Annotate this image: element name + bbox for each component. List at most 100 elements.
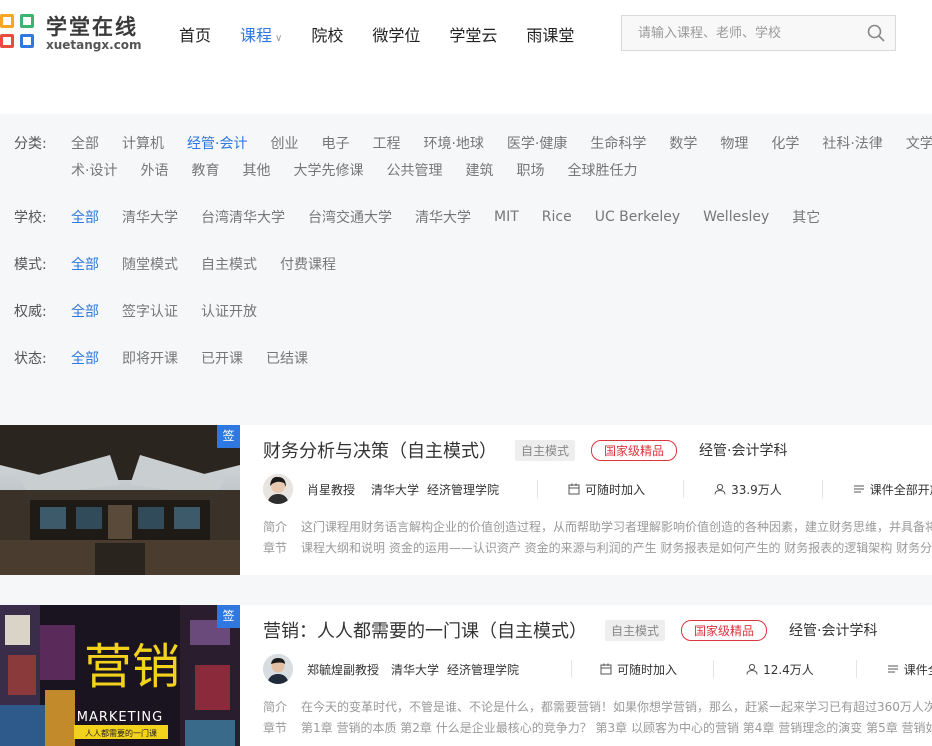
filter-row: 模式: 全部 随堂模式 自主模式 付费课程 bbox=[0, 254, 359, 274]
filter-option[interactable]: 环境·地球 bbox=[423, 133, 483, 153]
school-name[interactable]: 清华大学 bbox=[391, 661, 439, 678]
cockpit-image bbox=[0, 425, 240, 575]
meta-divider bbox=[713, 660, 715, 678]
filter-option[interactable]: MIT bbox=[494, 209, 519, 225]
nav-item-2[interactable]: 院校 bbox=[311, 24, 343, 51]
filter-option[interactable]: 物理 bbox=[720, 133, 748, 153]
filter-row: 分类: 全部 计算机 经管·会计 创业 电子 工程 环境·地球 医学·健康 生命科学 数学 物理 化学 社… bbox=[0, 133, 932, 153]
search-icon[interactable] bbox=[867, 24, 885, 42]
filter-option[interactable]: 全部 bbox=[71, 133, 99, 153]
filter-option[interactable]: 计算机 bbox=[122, 133, 164, 153]
filter-option[interactable]: 术·设计 bbox=[71, 160, 117, 180]
nav-item-0[interactable]: 首页 bbox=[179, 24, 211, 51]
filter-label: 状态: bbox=[14, 351, 47, 367]
course-card[interactable]: 签 财务分析与决策（自主模式） 自主模式 国家级精品 经管·会计学科 肖星教授 … bbox=[0, 425, 932, 575]
filter-option[interactable]: 其它 bbox=[792, 207, 820, 227]
filter-row: 状态: 全部 即将开课 已开课 已结课 bbox=[0, 348, 331, 368]
filter-option[interactable]: 清华大学 bbox=[122, 207, 178, 227]
chevron-down-icon: ∨ bbox=[275, 33, 283, 44]
search-input[interactable] bbox=[622, 16, 852, 50]
filter-option[interactable]: 全球胜任力 bbox=[567, 160, 637, 180]
chapters-label: 章节 bbox=[263, 541, 288, 555]
meta-divider bbox=[855, 660, 857, 678]
filter-option[interactable]: Wellesley bbox=[703, 209, 769, 225]
filter-option[interactable]: 工程 bbox=[372, 133, 400, 153]
filter-option[interactable]: 全部 bbox=[71, 348, 99, 368]
marketing-image: 营销 MARKETING 人人都需要的一门课 bbox=[0, 605, 240, 746]
filter-option[interactable]: UC Berkeley bbox=[595, 209, 680, 225]
filter-option[interactable]: 台湾交通大学 bbox=[308, 207, 392, 227]
filter-option[interactable]: 外语 bbox=[140, 160, 168, 180]
filter-option[interactable]: 化学 bbox=[771, 133, 799, 153]
teacher-avatar bbox=[263, 654, 293, 684]
filter-option[interactable]: 其他 bbox=[242, 160, 270, 180]
filter-option[interactable]: 大学先修课 bbox=[293, 160, 363, 180]
course-thumbnail[interactable]: 营销 MARKETING 人人都需要的一门课 签 bbox=[0, 605, 240, 746]
filter-option[interactable]: 签字认证 bbox=[122, 301, 178, 321]
filter-option[interactable]: 教育 bbox=[191, 160, 219, 180]
filter-option[interactable]: 自主模式 bbox=[201, 254, 257, 274]
course-intro: 简介 在今天的变革时代，不管是谁、不论是什么，都需要营销！如果你想学营销，那么，赶… bbox=[263, 698, 932, 715]
chapters-text: 课程大纲和说明 资金的运用——认识资产 资金的来源与利润的产生 财务报表是如何产… bbox=[301, 541, 932, 555]
course-chapters: 章节 第1章 营销的本质 第2章 什么是企业最核心的竞争力？ 第3章 以顾客为中心… bbox=[263, 719, 932, 736]
filter-option[interactable]: 已开课 bbox=[201, 348, 243, 368]
filter-option[interactable]: 即将开课 bbox=[122, 348, 178, 368]
meta-divider bbox=[821, 480, 823, 498]
filter-label: 分类: bbox=[14, 136, 47, 152]
meta-divider bbox=[571, 660, 573, 678]
filter-option[interactable]: 职场 bbox=[516, 160, 544, 180]
filter-option[interactable]: 台湾清华大学 bbox=[201, 207, 285, 227]
nav-item-1[interactable]: 课程 ∨ bbox=[240, 24, 282, 51]
nav-item-5[interactable]: 雨课堂 bbox=[526, 24, 574, 51]
filter-option[interactable]: Rice bbox=[542, 209, 572, 225]
course-chapters: 章节 课程大纲和说明 资金的运用——认识资产 资金的来源与利润的产生 财务报表是如… bbox=[263, 539, 932, 556]
nav-item-3[interactable]: 微学位 bbox=[372, 24, 420, 51]
learner-count-value: 12.4万人 bbox=[763, 662, 814, 677]
meta-divider bbox=[537, 480, 539, 498]
filter-option[interactable]: 随堂模式 bbox=[122, 254, 178, 274]
filter-option[interactable]: 已结课 bbox=[266, 348, 308, 368]
main-nav: 首页 课程 ∨ 院校 微学位 学堂云 雨课堂 bbox=[179, 24, 603, 51]
teacher-name[interactable]: 肖星教授 bbox=[307, 481, 355, 498]
filter-option[interactable]: 全部 bbox=[71, 301, 99, 321]
filter-option[interactable]: 全部 bbox=[71, 254, 99, 274]
site-logo[interactable]: 学堂在线 xuetangx.com bbox=[0, 14, 142, 54]
department-name: 经济管理学院 bbox=[427, 482, 500, 497]
filter-option[interactable]: 付费课程 bbox=[280, 254, 336, 274]
filter-option[interactable]: 公共管理 bbox=[386, 160, 442, 180]
subject-label: 经管·会计学科 bbox=[789, 623, 878, 639]
teacher-name[interactable]: 郑毓煌副教授 bbox=[307, 661, 379, 678]
course-card[interactable]: 营销 MARKETING 人人都需要的一门课 签 营销：人人都需要的一门课（自主… bbox=[0, 605, 932, 746]
filter-option[interactable]: 全部 bbox=[71, 207, 99, 227]
filter-option[interactable]: 建筑 bbox=[465, 160, 493, 180]
logo-domain: xuetangx.com bbox=[46, 38, 142, 52]
school-name[interactable]: 清华大学 bbox=[371, 481, 419, 498]
filter-option[interactable]: 清华大学 bbox=[415, 207, 471, 227]
filter-label: 模式: bbox=[14, 257, 47, 273]
course-title[interactable]: 财务分析与决策（自主模式） bbox=[263, 437, 497, 463]
filter-option[interactable]: 创业 bbox=[270, 133, 298, 153]
thumb-sub: 人人都需要的一门课 bbox=[85, 728, 157, 738]
nav-item-4[interactable]: 学堂云 bbox=[449, 24, 497, 51]
filter-label: 学校: bbox=[14, 210, 47, 226]
courseware-label: 课件全部开放 bbox=[903, 662, 932, 677]
filter-panel: 分类: 全部 计算机 经管·会计 创业 电子 工程 环境·地球 医学·健康 生命科学 数学 物理 化学 社… bbox=[0, 114, 932, 394]
mode-tag: 自主模式 bbox=[605, 619, 666, 641]
calendar-icon bbox=[568, 483, 580, 495]
intro-label: 简介 bbox=[263, 520, 288, 534]
filter-option[interactable]: 文学 bbox=[906, 133, 932, 153]
filter-option[interactable]: 电子 bbox=[321, 133, 349, 153]
filter-option[interactable]: 医学·健康 bbox=[507, 133, 567, 153]
learner-count-value: 33.9万人 bbox=[731, 482, 782, 497]
filter-option[interactable]: 生命科学 bbox=[590, 133, 646, 153]
course-title[interactable]: 营销：人人都需要的一门课（自主模式） bbox=[263, 617, 587, 643]
user-icon bbox=[746, 663, 758, 675]
filter-option[interactable]: 经管·会计 bbox=[187, 133, 247, 153]
filter-option[interactable]: 数学 bbox=[669, 133, 697, 153]
filter-option[interactable]: 认证开放 bbox=[201, 301, 257, 321]
filter-option[interactable]: 社科·法律 bbox=[822, 133, 882, 153]
learner-count: 33.9万人 bbox=[714, 481, 782, 498]
course-thumbnail[interactable]: 签 bbox=[0, 425, 240, 575]
meta-divider bbox=[683, 480, 685, 498]
quality-tag: 国家级精品 bbox=[591, 439, 678, 461]
